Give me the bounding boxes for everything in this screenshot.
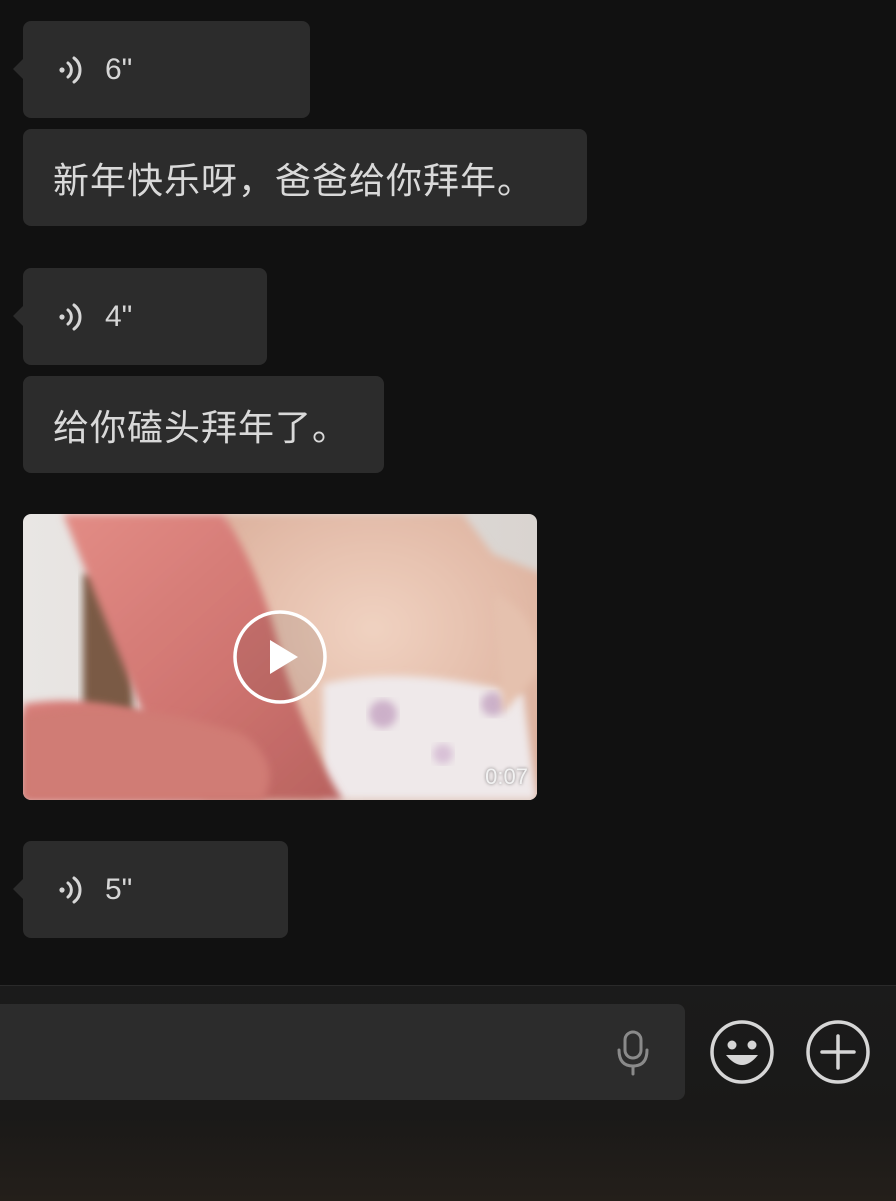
text-message-bubble[interactable]: 给你磕头拜年了。: [23, 376, 384, 473]
sound-wave-icon: [59, 876, 82, 903]
sound-wave-icon: [59, 303, 82, 330]
sound-wave-icon: [59, 56, 82, 83]
message-text: 新年快乐呀，爸爸给你拜年。: [53, 160, 535, 202]
chat-input-bar: [0, 985, 896, 1201]
chat-message-list[interactable]: 6" 新年快乐呀，爸爸给你拜年。 4" 给你磕头拜年了。 0:07 5": [0, 0, 896, 985]
voice-duration: 5": [105, 872, 133, 906]
plus-icon[interactable]: [805, 1019, 871, 1085]
voice-message-bubble[interactable]: 5": [13, 841, 288, 938]
play-icon[interactable]: [232, 609, 328, 705]
voice-duration: 4": [105, 299, 133, 333]
smiley-icon[interactable]: [709, 1019, 775, 1085]
voice-message-bubble[interactable]: 6": [13, 21, 310, 118]
microphone-icon[interactable]: [612, 1030, 654, 1076]
message-input-field[interactable]: [0, 1004, 685, 1100]
voice-duration: 6": [105, 52, 133, 86]
message-text: 给你磕头拜年了。: [53, 407, 350, 449]
video-duration: 0:07: [485, 764, 528, 789]
voice-message-bubble[interactable]: 4": [13, 268, 267, 365]
text-message-bubble[interactable]: 新年快乐呀，爸爸给你拜年。: [23, 129, 587, 226]
